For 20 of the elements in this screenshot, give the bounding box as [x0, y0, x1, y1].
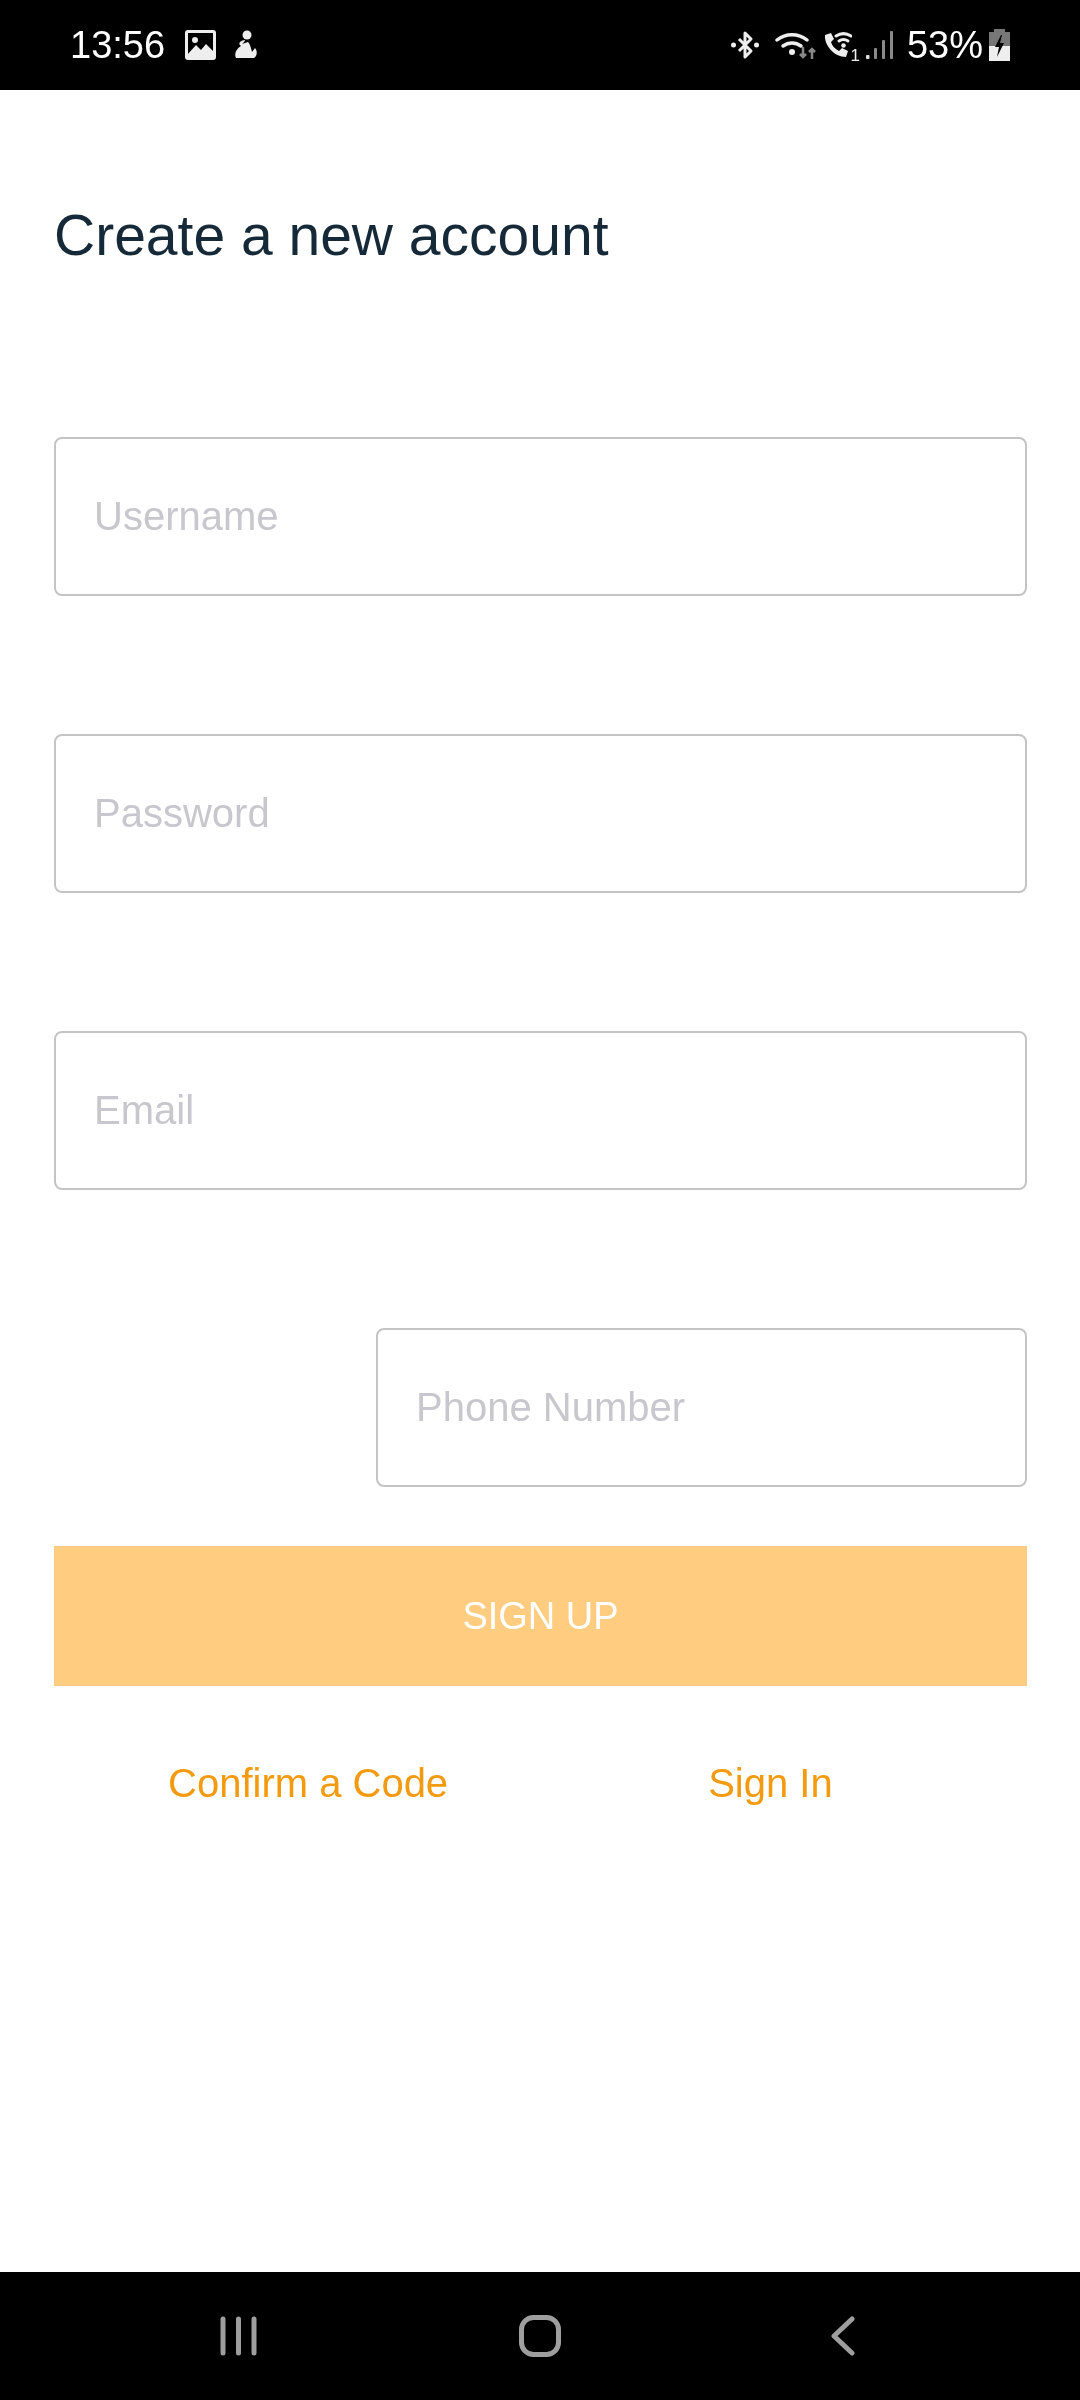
signal-icon	[865, 30, 893, 60]
link[interactable]: Sign In	[708, 1759, 833, 1807]
home-icon[interactable]	[519, 2315, 561, 2357]
sim-number: 1	[850, 47, 860, 64]
bluetooth-icon	[731, 30, 760, 60]
phone-field[interactable]: Phone Number	[376, 1328, 1027, 1487]
battery-charging-icon	[989, 29, 1010, 61]
wifi-call-icon	[822, 30, 853, 60]
username-field[interactable]: Username	[54, 437, 1027, 596]
image-icon	[185, 30, 217, 60]
back-icon[interactable]	[829, 2316, 855, 2356]
person-icon	[232, 30, 259, 60]
wifi-icon	[775, 30, 817, 60]
recent-apps-icon[interactable]	[219, 2316, 257, 2356]
clock-time: 13:56	[70, 26, 166, 64]
password-field[interactable]: Password	[54, 734, 1027, 893]
link[interactable]: Confirm a Code	[168, 1759, 449, 1807]
page-title: Create a new account	[54, 202, 610, 269]
email-field[interactable]: Email	[54, 1031, 1027, 1190]
battery-percentage: 53%	[906, 26, 983, 64]
